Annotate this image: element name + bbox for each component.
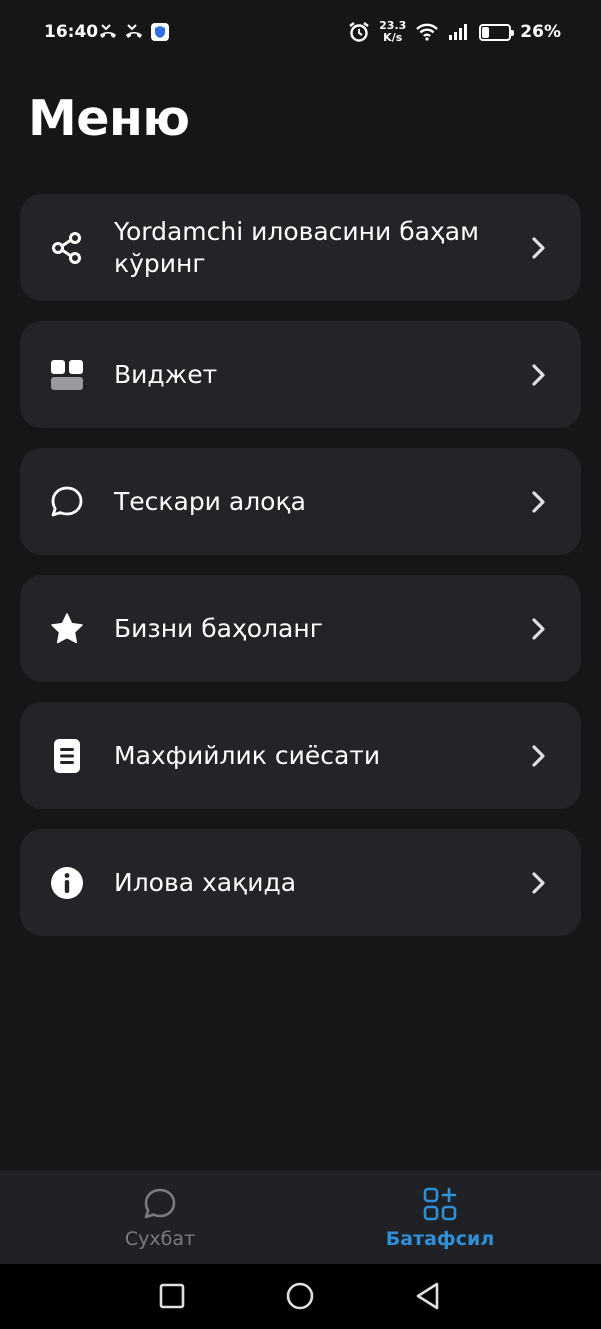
tab-more-label: Батафсил <box>385 1228 495 1250</box>
status-bar: 16:40 23.3 K/s 26% <box>0 0 601 68</box>
battery-level <box>482 26 490 38</box>
chat-bubble-icon <box>48 483 86 521</box>
star-icon <box>48 610 86 648</box>
missed-call-icon <box>100 24 116 38</box>
grid-plus-icon <box>423 1187 457 1221</box>
signal-icon <box>449 24 468 40</box>
chevron-right-icon <box>532 363 545 386</box>
status-right-icons: 23.3 K/s 26% <box>348 20 561 44</box>
back-icon[interactable] <box>413 1281 443 1311</box>
chevron-right-icon <box>532 617 545 640</box>
tab-chat-label: Сухбат <box>124 1228 196 1250</box>
menu-item-label: Yordamchi иловасини баҳам кўринг <box>114 216 479 278</box>
menu-item-label: Бизни баҳоланг <box>114 613 323 643</box>
tab-more[interactable]: Батафсил <box>370 1170 510 1264</box>
network-speed: 23.3 K/s <box>379 20 406 44</box>
status-notification-icons <box>98 22 170 42</box>
chevron-right-icon <box>532 490 545 513</box>
widget-icon <box>48 356 86 394</box>
chevron-right-icon <box>532 871 545 894</box>
network-speed-unit: K/s <box>383 31 403 44</box>
chat-bubble-icon <box>144 1188 176 1219</box>
screen: 16:40 23.3 K/s 26% Меню Yordamchi иловас… <box>0 0 601 1329</box>
menu-list: Yordamchi иловасини баҳам кўринг Виджет <box>20 194 581 956</box>
menu-item-rate-us[interactable]: Бизни баҳоланг <box>20 575 581 682</box>
tab-chat[interactable]: Сухбат <box>100 1170 220 1264</box>
menu-item-label: Махфийлик сиёсати <box>114 740 381 770</box>
menu-item-privacy-policy[interactable]: Махфийлик сиёсати <box>20 702 581 809</box>
menu-item-label: Илова хақида <box>114 867 297 897</box>
menu-item-share[interactable]: Yordamchi иловасини баҳам кўринг <box>20 194 581 301</box>
share-icon <box>48 229 86 267</box>
system-nav-bar <box>0 1264 601 1329</box>
alarm-icon <box>349 22 369 42</box>
document-icon <box>48 737 86 775</box>
menu-item-about[interactable]: Илова хақида <box>20 829 581 936</box>
menu-item-feedback[interactable]: Тескари алоқа <box>20 448 581 555</box>
battery-percent: 26% <box>520 22 561 42</box>
battery-icon <box>479 23 515 41</box>
wifi-icon <box>416 23 439 41</box>
menu-item-label: Виджет <box>114 359 218 389</box>
menu-item-widget[interactable]: Виджет <box>20 321 581 428</box>
chevron-right-icon <box>532 744 545 767</box>
home-icon[interactable] <box>285 1281 315 1311</box>
page-title: Меню <box>28 90 190 147</box>
missed-call-icon <box>126 24 142 38</box>
info-icon <box>48 864 86 902</box>
status-time: 16:40 <box>44 22 99 42</box>
bottom-nav: Сухбат Батафсил <box>0 1170 601 1264</box>
recent-apps-icon[interactable] <box>157 1281 187 1311</box>
shield-icon <box>151 23 169 41</box>
menu-item-label: Тескари алоқа <box>114 486 306 516</box>
chevron-right-icon <box>532 236 545 259</box>
